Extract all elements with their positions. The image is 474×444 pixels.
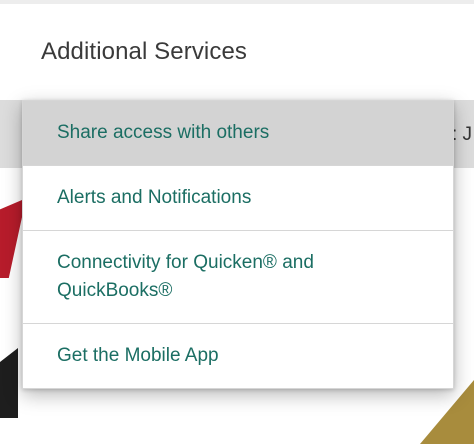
additional-services-menu: Share access with others Alerts and Noti…: [22, 100, 454, 389]
menu-item-connectivity-quicken[interactable]: Connectivity for Quicken® and QuickBooks…: [23, 230, 453, 323]
section-title: Additional Services: [41, 38, 248, 65]
background-partial-text: : J: [452, 124, 473, 145]
menu-item-share-access[interactable]: Share access with others: [23, 101, 453, 165]
menu-item-mobile-app[interactable]: Get the Mobile App: [23, 323, 453, 388]
top-divider: [0, 0, 474, 4]
menu-item-alerts-notifications[interactable]: Alerts and Notifications: [23, 165, 453, 230]
